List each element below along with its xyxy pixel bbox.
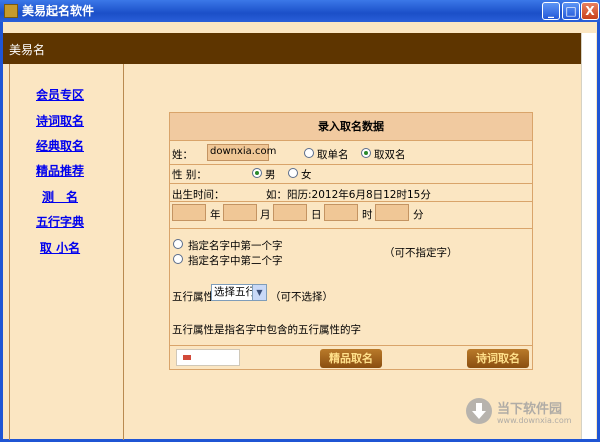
sidebar: 会员专区 诗词取名 经典取名 精品推荐 测 名 五行字典 取 小名 <box>9 64 124 440</box>
sidebar-item-poetry-naming[interactable]: 诗词取名 <box>10 114 110 128</box>
surname-input[interactable]: downxia.com <box>207 144 276 161</box>
divider <box>170 228 532 229</box>
divider <box>170 164 532 165</box>
close-button[interactable]: X <box>581 2 599 20</box>
double-name-radio[interactable] <box>361 148 371 158</box>
minute-unit: 分 <box>413 209 424 221</box>
header-title: 美易名 <box>9 43 46 57</box>
male-radio[interactable] <box>252 168 262 178</box>
divider <box>170 140 532 141</box>
wuxing-select-value: 选择五行 <box>214 286 256 298</box>
app-icon <box>4 4 18 18</box>
surname-label: 姓： <box>172 149 193 161</box>
female-label: 女 <box>301 169 312 181</box>
day-input[interactable] <box>273 204 307 221</box>
maximize-button[interactable]: □ <box>562 2 580 20</box>
window-title: 美易起名软件 <box>22 4 95 18</box>
first-char-radio[interactable] <box>173 239 183 249</box>
poetry-naming-button[interactable]: 诗词取名 <box>467 349 529 368</box>
minute-input[interactable] <box>375 204 409 221</box>
female-radio[interactable] <box>288 168 298 178</box>
sidebar-item-wuxing-dict[interactable]: 五行字典 <box>10 215 110 229</box>
wuxing-note: （可不选择） <box>270 291 333 303</box>
day-unit: 日 <box>311 209 322 221</box>
optional-char-note: （可不指定字） <box>384 247 458 259</box>
single-name-label: 取单名 <box>317 149 349 161</box>
birth-example: 如：阳历:2012年6月8日12时15分 <box>266 189 431 201</box>
minimize-button[interactable]: _ <box>542 2 560 20</box>
watermark-url: www.downxia.com <box>497 416 572 425</box>
sidebar-item-member[interactable]: 会员专区 <box>10 88 110 102</box>
form-heading: 录入取名数据 <box>170 113 532 140</box>
male-label: 男 <box>265 169 276 181</box>
single-name-radio[interactable] <box>304 148 314 158</box>
gender-label: 性 别： <box>172 169 207 181</box>
divider <box>170 201 532 202</box>
flag-icon <box>183 355 191 360</box>
second-char-radio[interactable] <box>173 254 183 264</box>
hour-input[interactable] <box>324 204 358 221</box>
wuxing-desc: 五行属性是指名字中包含的五行属性的字 <box>172 324 361 336</box>
divider <box>170 345 532 346</box>
chevron-down-icon[interactable]: ▼ <box>252 285 266 300</box>
sidebar-item-nickname[interactable]: 取 小名 <box>10 241 110 255</box>
year-input[interactable] <box>172 204 206 221</box>
captcha-box[interactable] <box>176 349 240 366</box>
vertical-scrollbar[interactable] <box>581 33 596 439</box>
divider <box>170 183 532 184</box>
naming-form: 录入取名数据 姓： downxia.com 取单名 取双名 性 别： 男 女 出… <box>169 112 533 370</box>
jingpin-naming-button[interactable]: 精品取名 <box>320 349 382 368</box>
surname-value: downxia.com <box>210 146 277 157</box>
first-char-label: 指定名字中第一个字 <box>188 240 283 252</box>
wuxing-select[interactable]: 选择五行 ▼ <box>211 284 267 301</box>
watermark-logo: 当下软件园 www.downxia.com <box>465 394 585 430</box>
month-input[interactable] <box>223 204 257 221</box>
download-icon <box>466 398 492 424</box>
birth-label: 出生时间： <box>172 189 225 201</box>
window-titlebar[interactable]: 美易起名软件 _ □ X <box>0 0 600 22</box>
year-unit: 年 <box>210 209 221 221</box>
sidebar-item-recommend[interactable]: 精品推荐 <box>10 164 110 178</box>
page-header: 美易名 <box>3 33 581 64</box>
double-name-label: 取双名 <box>374 149 406 161</box>
watermark-brand: 当下软件园 <box>497 402 563 417</box>
month-unit: 月 <box>260 209 271 221</box>
sidebar-item-test-name[interactable]: 测 名 <box>10 190 110 204</box>
hour-unit: 时 <box>362 209 373 221</box>
second-char-label: 指定名字中第二个字 <box>188 255 283 267</box>
sidebar-item-classic-naming[interactable]: 经典取名 <box>10 139 110 153</box>
